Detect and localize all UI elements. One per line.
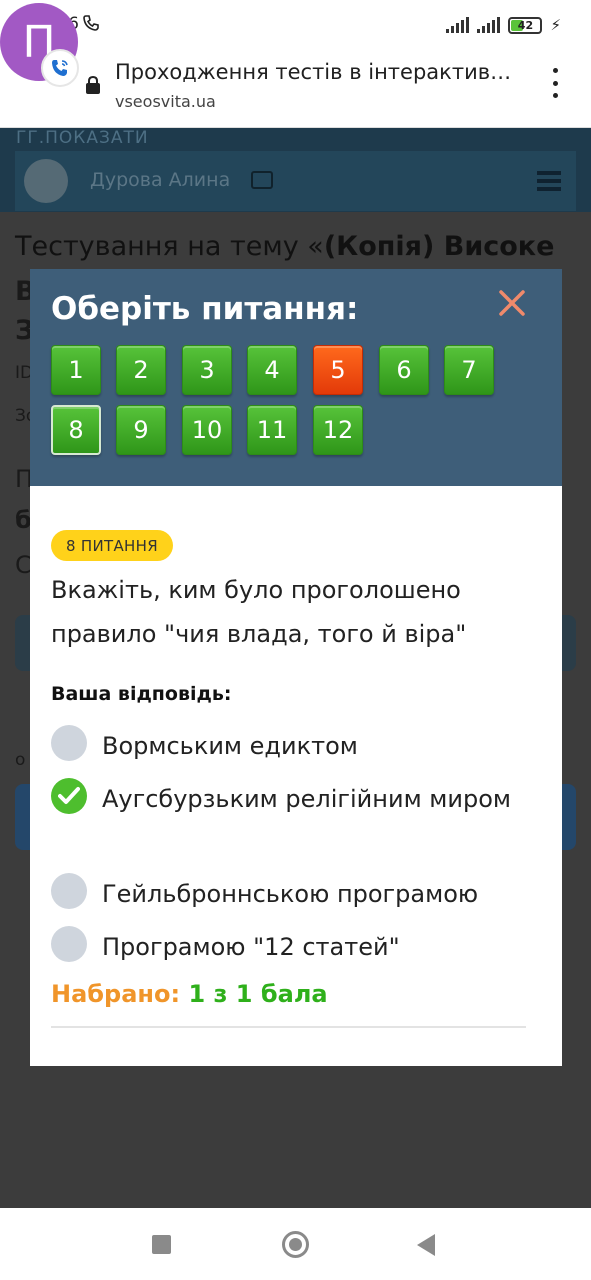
system-nav-bar (0, 1208, 591, 1280)
radio-icon[interactable] (51, 926, 87, 962)
hamburger-menu-icon (537, 171, 561, 191)
user-name: Дурова Алина (90, 169, 231, 191)
score-label: Набрано: (51, 980, 181, 1008)
answer-option-text: Аугсбурзьким релігійним миром (102, 785, 512, 813)
lock-icon (85, 75, 101, 94)
answer-option[interactable]: Вормським едиктом (51, 724, 531, 768)
battery-icon: 42 (508, 16, 543, 34)
chat-icon (251, 171, 273, 189)
page-title[interactable]: Проходження тестів в інтерактивному режи… (115, 60, 515, 84)
signal-icon (446, 17, 470, 33)
question-button-4[interactable]: 4 (247, 345, 297, 395)
score-value: 1 з 1 бала (188, 980, 328, 1008)
page-url[interactable]: vseosvita.ua (115, 92, 216, 111)
question-button-10[interactable]: 10 (182, 405, 232, 455)
question-button-11[interactable]: 11 (247, 405, 297, 455)
bolt-icon: ⚡ (550, 16, 561, 34)
question-badge: 8 ПИТАННЯ (51, 530, 173, 561)
show-label: ГГ.ПОКАЗАТИ (16, 128, 149, 148)
recent-apps-icon[interactable] (152, 1235, 171, 1254)
answer-option[interactable]: Програмою "12 статей" (51, 925, 531, 969)
question-text: Вкажіть, ким було проголошено правило "ч… (51, 576, 467, 648)
divider (51, 1026, 526, 1028)
user-strip: Дурова Алина (15, 151, 576, 211)
browser-address-bar: Проходження тестів в інтерактивному режи… (0, 50, 591, 128)
answer-option-text: Вормським едиктом (102, 732, 358, 760)
site-header: ГГ.ПОКАЗАТИ Дурова Алина (0, 128, 591, 212)
question-button-9[interactable]: 9 (116, 405, 166, 455)
status-bar: 16:36 42 ⚡ (0, 0, 591, 50)
question-button-3[interactable]: 3 (182, 345, 232, 395)
question-button-8[interactable]: 8 (51, 405, 101, 455)
back-icon[interactable] (417, 1234, 435, 1256)
check-circle-icon[interactable] (51, 778, 87, 814)
battery-level: 42 (517, 18, 534, 32)
modal-header: Оберіть питання: 1 2 3 4 5 6 7 8 9 10 11… (30, 269, 562, 486)
question-button-1[interactable]: 1 (51, 345, 101, 395)
status-icons: 42 ⚡ (446, 14, 561, 36)
answer-option-text: Програмою "12 статей" (102, 933, 400, 961)
close-icon[interactable] (498, 289, 526, 317)
bg-fragment: о (15, 750, 26, 770)
question-select-modal: Оберіть питання: 1 2 3 4 5 6 7 8 9 10 11… (30, 269, 562, 1066)
call-badge-icon (41, 49, 79, 87)
home-icon[interactable] (282, 1231, 309, 1258)
more-vert-icon[interactable] (548, 68, 562, 98)
phone-wifi-icon (82, 14, 100, 36)
test-title: Тестування на тему «(Копія) Високе (15, 231, 555, 262)
answer-option[interactable]: Гейльброннською програмою (51, 872, 531, 916)
question-button-12[interactable]: 12 (313, 405, 363, 455)
answer-option-text: Гейльброннською програмою (102, 880, 479, 908)
answer-label: Ваша відповідь: (51, 683, 232, 705)
question-button-7[interactable]: 7 (444, 345, 494, 395)
radio-icon[interactable] (51, 873, 87, 909)
question-button-5[interactable]: 5 (313, 345, 363, 395)
question-button-6[interactable]: 6 (379, 345, 429, 395)
question-button-2[interactable]: 2 (116, 345, 166, 395)
radio-icon[interactable] (51, 725, 87, 761)
score: Набрано: 1 з 1 бала (51, 980, 328, 1008)
modal-title: Оберіть питання: (51, 291, 359, 327)
answer-option-selected[interactable]: Аугсбурзьким релігійним миром (51, 777, 531, 821)
user-avatar (24, 159, 68, 203)
signal-icon-2 (477, 17, 501, 33)
